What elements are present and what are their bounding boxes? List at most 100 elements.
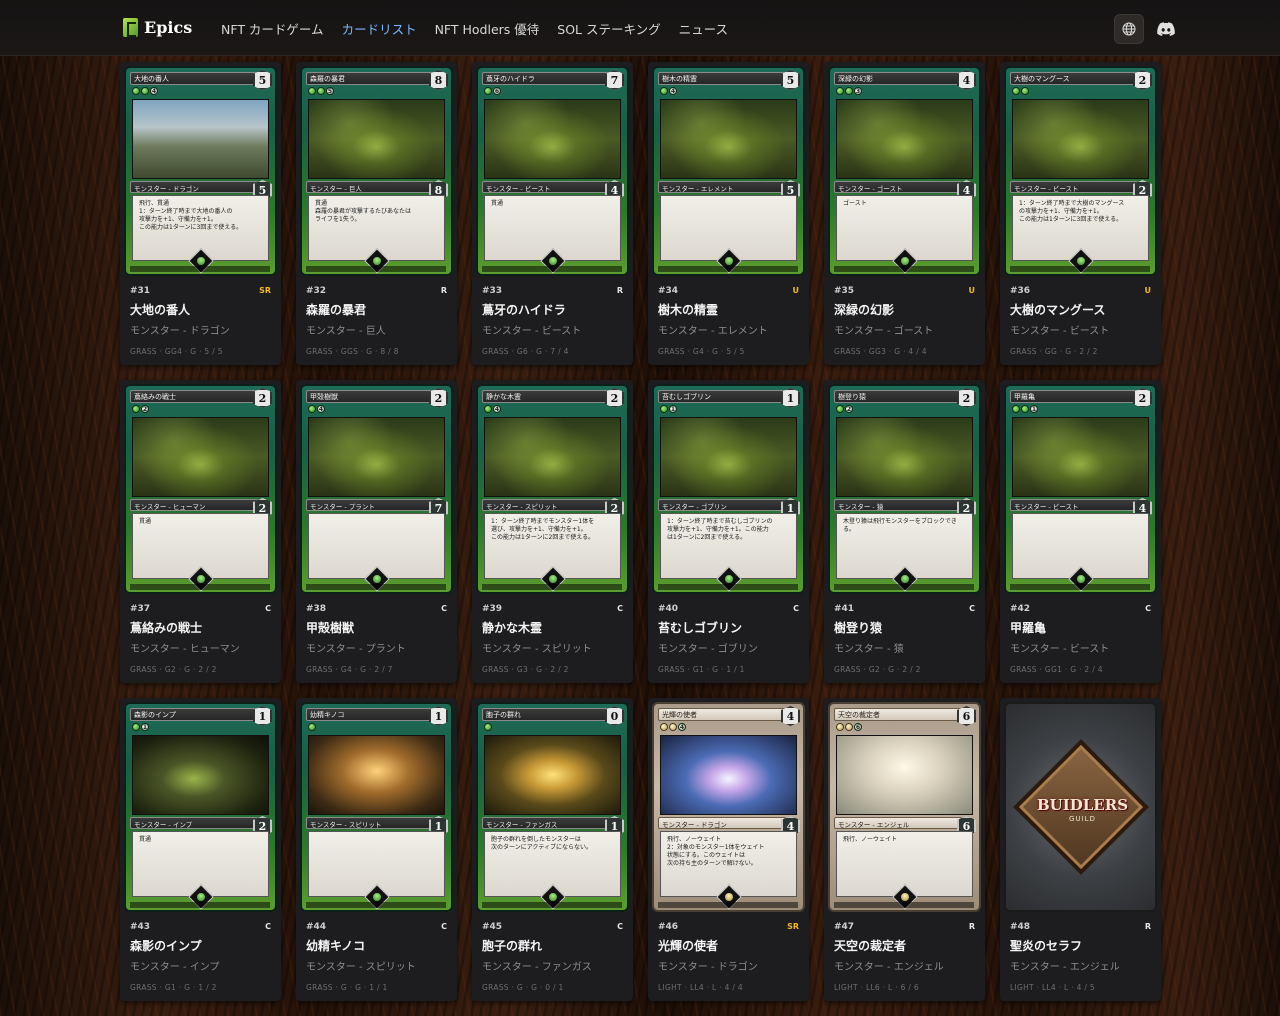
card-type-bar: モンスター - インプ [130,817,258,829]
card-stats: GRASS · G6 · G · 7 / 4 [482,347,569,356]
card-image-name: 苔むしゴブリン [662,393,711,401]
card-type-bar: モンスター - ビースト [1010,181,1138,193]
grass-mana-icon [836,87,844,95]
card-tile[interactable]: 天空の裁定者 6 6 モンスター - エンジェル 6 飛行、ノーウェイト #47… [824,698,985,1001]
card-tile[interactable]: 光輝の使者 4 4 モンスター - ドラゴン 4 飛行、ノーウェイト 2：対象の… [648,698,809,1001]
card-tile[interactable]: 森影のインプ 1 1 モンスター - インプ 2 貫通 #43 C 森影のインプ [120,698,281,1001]
cost-gem: 2 [429,388,448,408]
card-stats: GRASS · GG1 · G · 2 / 4 [1010,665,1103,674]
nav-card-list[interactable]: カードリスト [342,19,417,38]
grass-mana-icon [317,87,325,95]
card-type-bar: モンスター - スピリット [306,817,434,829]
card-artwork [660,99,797,179]
card-image-name: 大地の番人 [134,75,169,83]
card-stats: GRASS · GG4 · G · 5 / 5 [130,347,223,356]
language-button[interactable] [1114,14,1144,44]
card-name-bar: 樹木の精霊 [658,72,786,85]
epics-logo-icon [123,18,138,37]
grass-mana-icon [308,87,316,95]
card-tile[interactable]: 大地の番人 5 4 モンスター - ドラゴン 5 飛行、貫通 1：ターン終了時ま… [120,62,281,365]
card-ability-text: ゴースト [843,200,867,207]
card-name-bar: 静かな木霊 [482,390,610,403]
card-image-type: モンスター - エンジェル [838,821,910,829]
card-name-bar: 深緑の幻影 [834,72,962,85]
card-artwork [1012,417,1149,497]
nav-nft-hodlers[interactable]: NFT Hodlers 優待 [435,19,540,38]
card-image: 静かな木霊 2 4 モンスター - スピリット 2 1：ターン終了時までモンスタ… [476,384,629,594]
card-image: 甲殻樹獣 2 4 モンスター - プラント 7 [300,384,453,594]
card-artwork [484,735,621,815]
card-tile[interactable]: 深緑の幻影 4 3 モンスター - ゴースト 4 ゴースト #35 U 深緑の幻… [824,62,985,365]
card-tile[interactable]: 大樹のマングース 2 モンスター - ビースト 2 1：ターン終了時まで大樹のマ… [1000,62,1161,365]
card-tile[interactable]: 樹木の精霊 5 4 モンスター - エレメント 5 #34 U 樹木の精霊 モン… [648,62,809,365]
card-stats: GRASS · GG3 · G · 4 / 4 [834,347,927,356]
card-tile[interactable]: 胞子の群れ 0 モンスター - ファンガス 1 胞子の群れを倒したモンスターは … [472,698,633,1001]
card-artwork [132,417,269,497]
card-tile[interactable]: 樹登り猿 2 2 モンスター - 猿 2 木登り猿は飛行モンスターをブロックでき… [824,380,985,683]
rarity-badge: U [1144,286,1152,295]
card-tile[interactable]: BUIDLERS GUILD #48 R 聖炎のセラフ モンスター - エンジェ… [1000,698,1161,1001]
card-name: 甲羅亀 [1010,621,1047,635]
generic-mana-icon: 2 [141,405,149,413]
light-mana-icon [836,723,844,731]
cost-gem: 2 [253,388,272,408]
nav-nft-card-game[interactable]: NFT カードゲーム [221,19,324,38]
card-stats: GRASS · G2 · G · 2 / 2 [130,665,217,674]
card-artwork [836,417,973,497]
nav-news[interactable]: ニュース [679,19,728,38]
card-number: #46 [658,922,679,932]
nav-sol-staking[interactable]: SOL ステーキング [557,19,660,38]
mana-cost [308,723,316,731]
card-tile[interactable]: 苔むしゴブリン 1 1 モンスター - ゴブリン 1 1：ターン終了時まで苔むし… [648,380,809,683]
card-info: #46 SR 光輝の使者 モンスター - ドラゴン LIGHT · LL4 · … [658,922,799,992]
rarity-badge: R [616,286,623,295]
card-info: #40 C 苔むしゴブリン モンスター - ゴブリン GRASS · G1 · … [658,604,799,674]
card-stats: GRASS · G · G · 1 / 1 [306,983,388,992]
grass-mana-icon [132,87,140,95]
cost-gem: 2 [605,388,624,408]
card-tile[interactable]: 蔦絡みの戦士 2 2 モンスター - ヒューマン 2 貫通 #37 C 蔦絡みの… [120,380,281,683]
grass-mana-icon [484,87,492,95]
cost-gem: 5 [253,70,272,90]
generic-mana-icon: 5 [326,87,334,95]
discord-button[interactable] [1151,14,1181,44]
light-mana-icon [660,723,668,731]
card-stats: GRASS · GGS · G · 8 / 8 [306,347,399,356]
card-tile[interactable]: 森羅の暴君 8 5 モンスター - 巨人 8 貫通 森羅の暴君が攻撃するたびあな… [296,62,457,365]
card-tile[interactable]: 甲殻樹獣 2 4 モンスター - プラント 7 #38 C 甲殻樹獣 モンスター… [296,380,457,683]
card-footer [658,266,798,272]
card-image-name: 蔦牙のハイドラ [486,75,535,83]
card-info: #34 U 樹木の精霊 モンスター - エレメント GRASS · G4 · G… [658,286,799,356]
mana-cost: 4 [660,723,686,731]
card-type-bar: モンスター - エンジェル [834,817,962,829]
cost-gem: 1 [781,388,800,408]
card-number: #34 [658,286,679,296]
card-image-type: モンスター - スピリット [486,503,558,511]
card-footer [834,584,974,590]
card-tile[interactable]: 静かな木霊 2 4 モンスター - スピリット 2 1：ターン終了時までモンスタ… [472,380,633,683]
card-stats: GRASS · G1 · G · 1 / 1 [658,665,745,674]
card-name: 苔むしゴブリン [658,621,743,635]
rarity-badge: C [441,922,447,931]
card-type-bar: モンスター - エレメント [658,181,786,193]
card-type: モンスター - スピリット [482,644,592,655]
card-footer [482,266,622,272]
card-tile[interactable]: 甲羅亀 2 1 モンスター - ビースト 4 #42 C 甲羅亀 モンスター -… [1000,380,1161,683]
brand-logo[interactable]: Epics [123,18,192,37]
card-name-bar: 大樹のマングース [1010,72,1138,85]
card-footer [306,584,446,590]
card-name: 森影のインプ [130,939,202,953]
mana-cost: 6 [484,87,501,95]
card-info: #42 C 甲羅亀 モンスター - ビースト GRASS · GG1 · G ·… [1010,604,1151,674]
card-number: #38 [306,604,327,614]
light-mana-icon [845,723,853,731]
card-tile[interactable]: 幼精キノコ 1 モンスター - スピリット 1 #44 C 幼精キノコ モンスタ… [296,698,457,1001]
grass-mana-icon [1021,87,1029,95]
card-tile[interactable]: 蔦牙のハイドラ 7 6 モンスター - ビースト 4 貫通 #33 R 蔦牙のハ… [472,62,633,365]
card-image-name: 森羅の暴君 [310,75,345,83]
mana-cost: 3 [836,87,862,95]
card-type: モンスター - プラント [306,644,406,655]
card-stats: LIGHT · LL4 · L · 4 / 4 [658,983,743,992]
mana-cost: 1 [660,405,677,413]
generic-mana-icon: 4 [669,87,677,95]
